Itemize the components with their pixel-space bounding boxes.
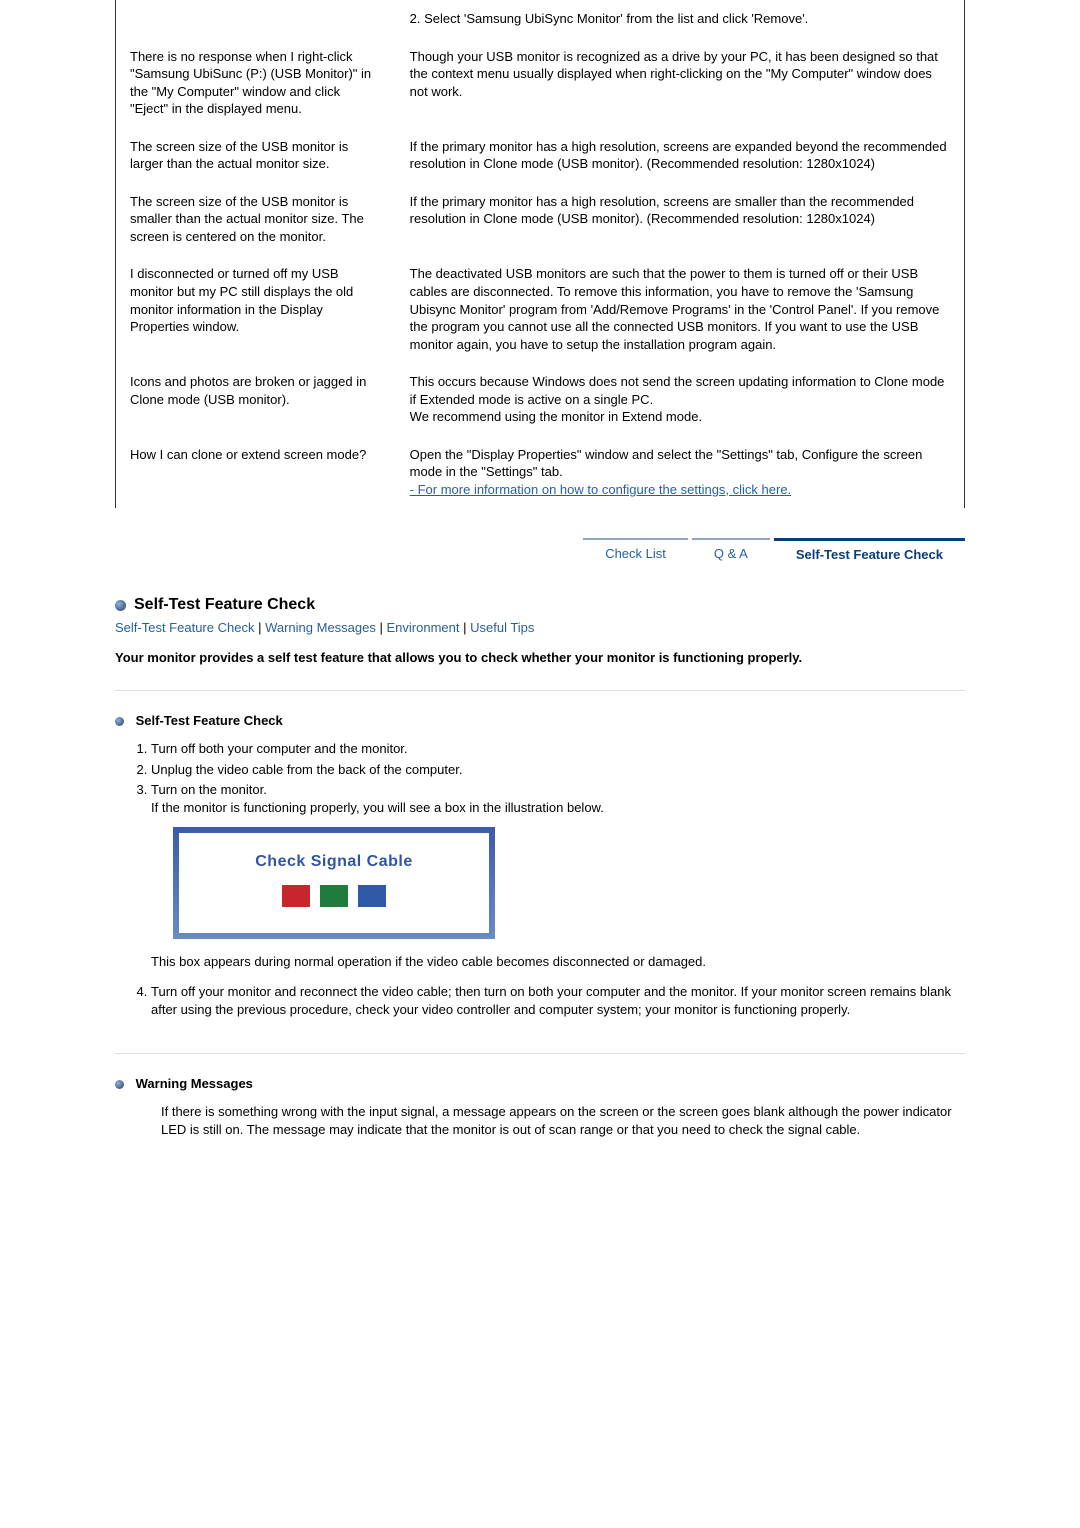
step-extra: If the monitor is functioning properly, …	[151, 800, 604, 815]
section-tabs: Check List Q & A Self-Test Feature Check	[115, 538, 965, 568]
warning-messages-body: If there is something wrong with the inp…	[161, 1103, 965, 1139]
qa-question	[116, 0, 396, 38]
nav-self-test[interactable]: Self-Test Feature Check	[115, 620, 254, 635]
bullet-icon	[115, 600, 126, 611]
table-row: 2. Select 'Samsung UbiSync Monitor' from…	[116, 0, 965, 38]
list-item: Unplug the video cable from the back of …	[151, 761, 965, 779]
list-item: Turn off both your computer and the moni…	[151, 740, 965, 758]
table-row: I disconnected or turned off my USB moni…	[116, 255, 965, 363]
table-row: The screen size of the USB monitor is la…	[116, 128, 965, 183]
qa-table: 2. Select 'Samsung UbiSync Monitor' from…	[115, 0, 965, 508]
step-text: Turn on the monitor.	[151, 782, 267, 797]
section-title-text: Self-Test Feature Check	[134, 596, 315, 614]
list-item: Turn off your monitor and reconnect the …	[151, 983, 965, 1019]
sub-section-title-text: Self-Test Feature Check	[136, 713, 283, 728]
intro-text: Your monitor provides a self test featur…	[115, 649, 965, 668]
table-row: Icons and photos are broken or jagged in…	[116, 363, 965, 436]
nav-environment[interactable]: Environment	[387, 620, 460, 635]
divider	[115, 690, 965, 691]
qa-answer: If the primary monitor has a high resolu…	[396, 128, 965, 183]
tab-check-list[interactable]: Check List	[583, 538, 688, 568]
anchor-nav: Self-Test Feature Check | Warning Messag…	[115, 620, 965, 635]
qa-question: There is no response when I right-click …	[116, 38, 396, 128]
qa-question: The screen size of the USB monitor is sm…	[116, 183, 396, 256]
qa-answer: Open the "Display Properties" window and…	[396, 436, 965, 509]
section-title: Self-Test Feature Check	[115, 596, 965, 614]
nav-warning-messages[interactable]: Warning Messages	[265, 620, 376, 635]
blue-square-icon	[358, 885, 386, 907]
sub-section-title: Warning Messages	[115, 1076, 965, 1091]
warning-messages-title: Warning Messages	[136, 1076, 253, 1091]
divider	[115, 1053, 965, 1054]
table-row: How I can clone or extend screen mode? O…	[116, 436, 965, 509]
check-signal-inner: Check Signal Cable	[179, 833, 489, 933]
sub-section-title: Self-Test Feature Check	[115, 713, 965, 728]
qa-answer: If the primary monitor has a high resolu…	[396, 183, 965, 256]
qa-answer-text: Open the "Display Properties" window and…	[410, 447, 923, 480]
bullet-icon	[115, 717, 124, 726]
steps-list: Turn off both your computer and the moni…	[151, 740, 965, 1019]
list-item: Turn on the monitor. If the monitor is f…	[151, 781, 965, 971]
green-square-icon	[320, 885, 348, 907]
qa-answer: This occurs because Windows does not sen…	[396, 363, 965, 436]
qa-answer: The deactivated USB monitors are such th…	[396, 255, 965, 363]
qa-question: I disconnected or turned off my USB moni…	[116, 255, 396, 363]
nav-sep: |	[380, 620, 387, 635]
configure-settings-link[interactable]: - For more information on how to configu…	[410, 482, 792, 497]
nav-useful-tips[interactable]: Useful Tips	[470, 620, 534, 635]
check-signal-text: Check Signal Cable	[189, 851, 479, 873]
qa-question: How I can clone or extend screen mode?	[116, 436, 396, 509]
tab-q-and-a[interactable]: Q & A	[692, 538, 770, 568]
qa-question: The screen size of the USB monitor is la…	[116, 128, 396, 183]
table-row: There is no response when I right-click …	[116, 38, 965, 128]
bullet-icon	[115, 1080, 124, 1089]
after-box-text: This box appears during normal operation…	[151, 953, 965, 971]
table-row: The screen size of the USB monitor is sm…	[116, 183, 965, 256]
qa-answer: 2. Select 'Samsung UbiSync Monitor' from…	[396, 0, 965, 38]
check-signal-illustration: Check Signal Cable	[173, 827, 495, 939]
qa-question: Icons and photos are broken or jagged in…	[116, 363, 396, 436]
tab-self-test[interactable]: Self-Test Feature Check	[774, 538, 965, 568]
qa-answer: Though your USB monitor is recognized as…	[396, 38, 965, 128]
red-square-icon	[282, 885, 310, 907]
